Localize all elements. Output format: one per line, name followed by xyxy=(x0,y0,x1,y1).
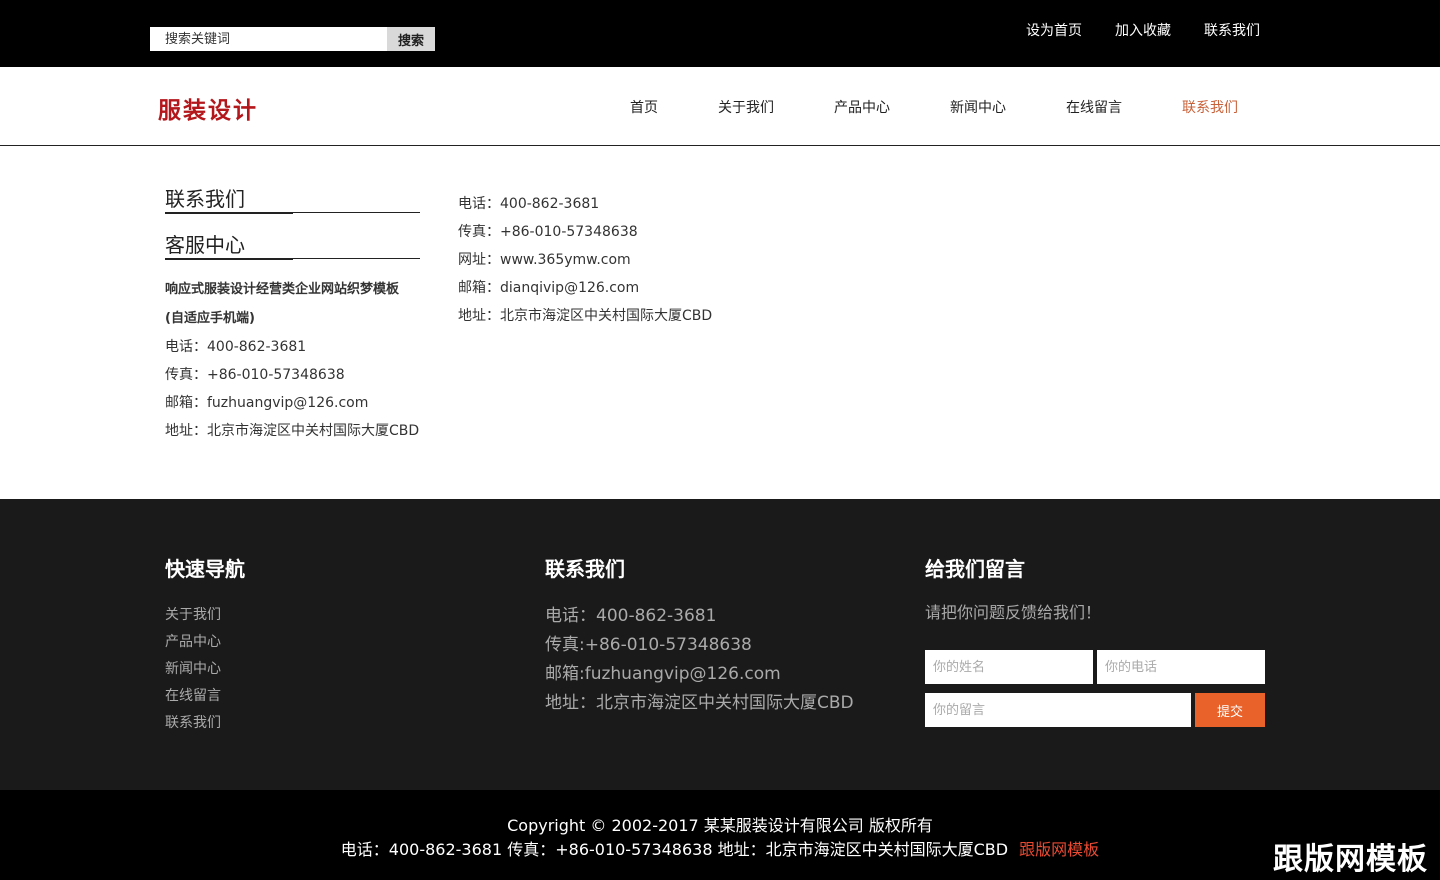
info-address: 地址：北京市海淀区中关村国际大厦CBD xyxy=(458,308,713,324)
footer-quick-nav: 快速导航 关于我们 产品中心 新闻中心 在线留言 联系我们 xyxy=(165,553,245,737)
footer-contact: 联系我们 电话：400-862-3681 传真:+86-010-57348638… xyxy=(545,553,854,718)
message-form-row1 xyxy=(925,650,1265,684)
quick-nav-contact[interactable]: 联系我们 xyxy=(165,710,245,737)
nav-home[interactable]: 首页 xyxy=(630,97,658,117)
copyright-contact-text: 电话：400-862-3681 传真：+86-010-57348638 地址：北… xyxy=(340,840,1009,859)
name-input[interactable] xyxy=(925,650,1093,684)
sidebar-address: 地址：北京市海淀区中关村国际大厦CBD xyxy=(165,423,420,439)
quick-nav-products[interactable]: 产品中心 xyxy=(165,629,245,656)
company-note: (自适应手机端) xyxy=(165,311,255,326)
nav-products[interactable]: 产品中心 xyxy=(834,97,890,117)
sidebar-fax: 传真：+86-010-57348638 xyxy=(165,367,345,383)
sidebar: 联系我们 客服中心 响应式服装设计经营类企业网站织梦模板 (自适应手机端) 电话… xyxy=(165,186,420,445)
template-brand-link[interactable]: 跟版网模板 xyxy=(1019,840,1099,859)
sidebar-company: 响应式服装设计经营类企业网站织梦模板 (自适应手机端) xyxy=(165,275,420,333)
quick-nav-list: 关于我们 产品中心 新闻中心 在线留言 联系我们 xyxy=(165,602,245,737)
copyright-bar: Copyright © 2002-2017 某某服装设计有限公司 版权所有 电话… xyxy=(0,790,1440,880)
nav-news[interactable]: 新闻中心 xyxy=(950,97,1006,117)
search-button[interactable]: 搜索 xyxy=(387,27,435,51)
phone-input[interactable] xyxy=(1097,650,1265,684)
sidebar-email: 邮箱：fuzhuangvip@126.com xyxy=(165,395,369,411)
top-bar: 搜索 设为首页 加入收藏 联系我们 xyxy=(0,0,1440,67)
message-input[interactable] xyxy=(925,693,1191,727)
quick-nav-title: 快速导航 xyxy=(165,557,245,581)
header: 服装设计 首页 关于我们 产品中心 新闻中心 在线留言 联系我们 xyxy=(0,67,1440,146)
site-logo[interactable]: 服装设计 xyxy=(158,91,258,125)
sidebar-title-service-text: 客服中心 xyxy=(165,233,245,257)
message-form-row2: 提交 xyxy=(925,693,1265,727)
footer-phone: 电话：400-862-3681 xyxy=(545,606,717,626)
footer-contact-title: 联系我们 xyxy=(545,557,625,581)
main-nav: 首页 关于我们 产品中心 新闻中心 在线留言 联系我们 xyxy=(630,97,1238,117)
top-links: 设为首页 加入收藏 联系我们 xyxy=(1026,20,1260,40)
footer-email: 邮箱:fuzhuangvip@126.com xyxy=(545,664,781,684)
watermark-logo: 跟版网模板 xyxy=(1273,842,1428,877)
copyright-text: Copyright © 2002-2017 某某服装设计有限公司 版权所有 xyxy=(507,816,933,835)
search-bar: 搜索 xyxy=(150,27,435,51)
search-input[interactable] xyxy=(150,27,387,51)
title-underline xyxy=(165,212,293,214)
quick-nav-news[interactable]: 新闻中心 xyxy=(165,656,245,683)
info-fax: 传真：+86-010-57348638 xyxy=(458,224,638,240)
footer-contact-list: 电话：400-862-3681 传真:+86-010-57348638 邮箱:f… xyxy=(545,602,854,718)
footer-address: 地址：北京市海淀区中关村国际大厦CBD xyxy=(545,693,854,713)
company-name: 响应式服装设计经营类企业网站织梦模板 xyxy=(165,282,400,297)
sidebar-title-contact-text: 联系我们 xyxy=(165,187,245,211)
message-tip: 请把你问题反馈给我们！ xyxy=(925,603,1102,622)
quick-nav-message[interactable]: 在线留言 xyxy=(165,683,245,710)
nav-about[interactable]: 关于我们 xyxy=(718,97,774,117)
sidebar-phone: 电话：400-862-3681 xyxy=(165,339,307,355)
nav-message[interactable]: 在线留言 xyxy=(1066,97,1122,117)
footer-fax: 传真:+86-010-57348638 xyxy=(545,635,752,655)
sidebar-title-service: 客服中心 xyxy=(165,232,420,260)
title-underline xyxy=(165,258,293,260)
content-area: 联系我们 客服中心 响应式服装设计经营类企业网站织梦模板 (自适应手机端) 电话… xyxy=(0,146,1440,499)
footer: 快速导航 关于我们 产品中心 新闻中心 在线留言 联系我们 联系我们 电话：40… xyxy=(0,499,1440,790)
quick-nav-about[interactable]: 关于我们 xyxy=(165,602,245,629)
footer-message: 给我们留言 请把你问题反馈给我们！ 提交 xyxy=(925,553,1265,727)
info-website: 网址：www.365ymw.com xyxy=(458,252,631,268)
top-contact-link[interactable]: 联系我们 xyxy=(1204,20,1260,40)
info-email: 邮箱：dianqivip@126.com xyxy=(458,280,640,296)
nav-contact[interactable]: 联系我们 xyxy=(1182,97,1238,117)
submit-button[interactable]: 提交 xyxy=(1195,693,1265,727)
copyright-contact: 电话：400-862-3681 传真：+86-010-57348638 地址：北… xyxy=(0,836,1440,860)
message-title: 给我们留言 xyxy=(925,557,1025,581)
info-phone: 电话：400-862-3681 xyxy=(458,196,600,212)
add-favorite-link[interactable]: 加入收藏 xyxy=(1115,20,1171,40)
sidebar-title-contact: 联系我们 xyxy=(165,186,420,214)
set-homepage-link[interactable]: 设为首页 xyxy=(1026,20,1082,40)
contact-info: 电话：400-862-3681 传真：+86-010-57348638 网址：w… xyxy=(458,190,712,330)
